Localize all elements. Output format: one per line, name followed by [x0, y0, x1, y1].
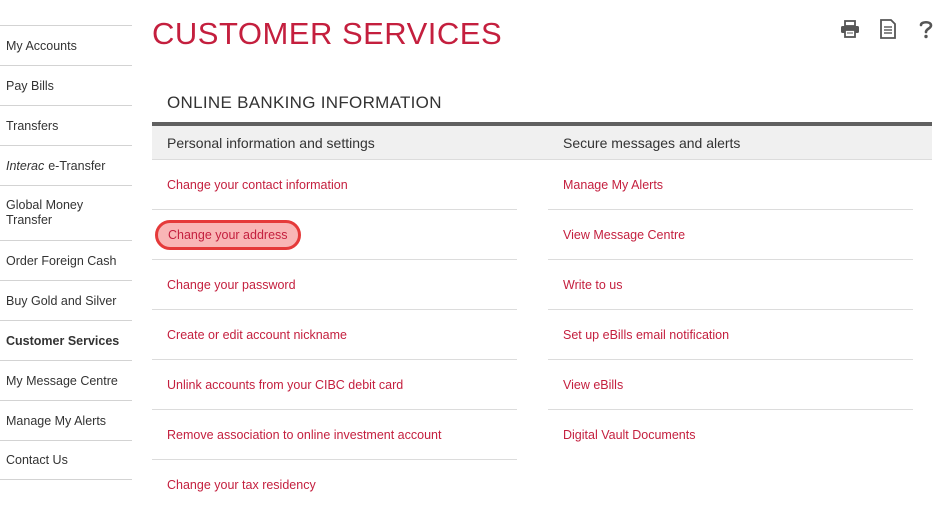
write-to-us-link[interactable]: Write to us — [563, 278, 623, 292]
list-item: Set up eBills email notification — [548, 310, 913, 360]
right-column-heading: Secure messages and alerts — [563, 135, 741, 151]
sidebar-item-contact-us[interactable]: Contact Us — [0, 440, 132, 480]
list-item: Remove association to online investment … — [152, 410, 517, 460]
sidebar-item-label: Order Foreign Cash — [6, 253, 117, 268]
sidebar-item-pay-bills[interactable]: Pay Bills — [0, 65, 132, 105]
sidebar-item-order-foreign-cash[interactable]: Order Foreign Cash — [0, 240, 132, 280]
list-item: Manage My Alerts — [548, 160, 913, 210]
list-item: Digital Vault Documents — [548, 410, 913, 460]
change-contact-info-link[interactable]: Change your contact information — [167, 178, 348, 192]
print-icon[interactable] — [839, 18, 861, 40]
sidebar-item-label: Manage My Alerts — [6, 413, 107, 428]
sidebar-item-label: My Message Centre — [6, 373, 118, 388]
sidebar-item-transfers[interactable]: Transfers — [0, 105, 132, 145]
sidebar-item-my-accounts[interactable]: My Accounts — [0, 25, 132, 65]
messages-alerts-list: Manage My Alerts View Message Centre Wri… — [548, 160, 913, 460]
page-title: CUSTOMER SERVICES — [152, 16, 503, 51]
view-message-centre-link[interactable]: View Message Centre — [563, 228, 685, 242]
change-tax-residency-link[interactable]: Change your tax residency — [167, 478, 316, 492]
change-address-link[interactable]: Change your address — [155, 219, 301, 250]
remove-investment-association-link[interactable]: Remove association to online investment … — [167, 428, 441, 442]
list-item: Create or edit account nickname — [152, 310, 517, 360]
sidebar-item-label: Buy Gold and Silver — [6, 293, 117, 308]
list-item: View Message Centre — [548, 210, 913, 260]
sidebar-item-customer-services[interactable]: Customer Services — [0, 320, 132, 360]
digital-vault-documents-link[interactable]: Digital Vault Documents — [563, 428, 695, 442]
sidebar-item-global-money-transfer[interactable]: Global Money Transfer — [0, 185, 132, 240]
page-tools — [839, 18, 937, 40]
ebills-email-notification-link[interactable]: Set up eBills email notification — [563, 328, 729, 342]
sidebar-item-label: Contact Us — [6, 453, 68, 467]
document-icon[interactable] — [877, 18, 899, 40]
sidebar-item-interac-e-transfer[interactable]: Interac e-Transfer — [0, 145, 132, 185]
sidebar-item-label: Customer Services — [6, 333, 120, 348]
unlink-debit-card-link[interactable]: Unlink accounts from your CIBC debit car… — [167, 378, 403, 392]
sidebar-item-message-centre[interactable]: My Message Centre — [0, 360, 132, 400]
section-title: ONLINE BANKING INFORMATION — [167, 93, 442, 112]
list-item: Change your tax residency — [152, 460, 517, 510]
sidebar-item-manage-alerts[interactable]: Manage My Alerts — [0, 400, 132, 440]
sidebar-nav: My Accounts Pay Bills Transfers Interac e… — [0, 25, 132, 480]
list-item: View eBills — [548, 360, 913, 410]
column-header-row: Personal information and settings Secure… — [152, 126, 932, 160]
manage-alerts-link[interactable]: Manage My Alerts — [563, 178, 663, 192]
sidebar-item-label: My Accounts — [6, 38, 77, 53]
left-column-heading: Personal information and settings — [167, 135, 375, 151]
sidebar-item-label: Global Money Transfer — [6, 198, 84, 227]
help-icon[interactable] — [915, 18, 937, 40]
sidebar-item-label: e-Transfer — [48, 158, 106, 173]
list-item: Write to us — [548, 260, 913, 310]
list-item: Unlink accounts from your CIBC debit car… — [152, 360, 517, 410]
personal-settings-list: Change your contact information Change y… — [152, 160, 517, 510]
sidebar-item-buy-gold-silver[interactable]: Buy Gold and Silver — [0, 280, 132, 320]
sidebar-item-label: Transfers — [6, 118, 59, 133]
sidebar-item-label: Pay Bills — [6, 78, 54, 93]
list-item: Change your contact information — [152, 160, 517, 210]
view-ebills-link[interactable]: View eBills — [563, 378, 623, 392]
list-item: Change your password — [152, 260, 517, 310]
list-item: Change your address — [152, 210, 517, 260]
account-nickname-link[interactable]: Create or edit account nickname — [167, 328, 347, 342]
change-password-link[interactable]: Change your password — [167, 278, 296, 292]
sidebar-item-prefix: Interac — [6, 158, 45, 173]
